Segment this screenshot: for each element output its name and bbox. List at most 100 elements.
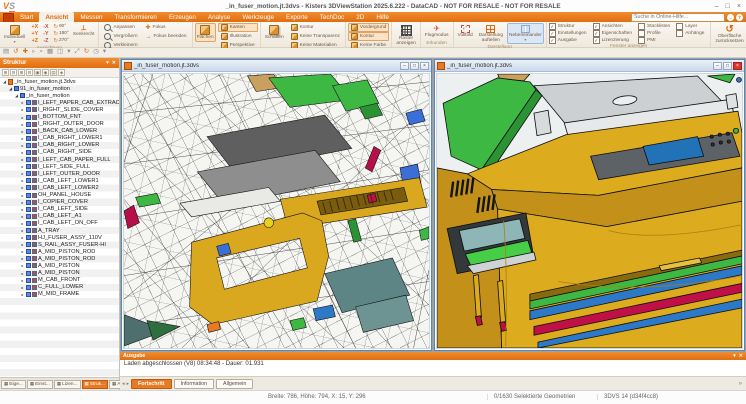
expander-icon[interactable]: ▸ [20,164,25,169]
tree-item[interactable]: ▸I_CAB_RIGHT_LOWER [0,142,119,149]
vordergrund-button[interactable]: Vordergrund [348,23,389,32]
expand-selected-icon[interactable]: ⊞ [18,69,25,76]
restore-icon[interactable]: □ [723,62,732,70]
visibility-checkbox[interactable] [26,136,31,141]
toggle-anhänge[interactable]: Anhänge [676,30,704,37]
viewport-right-titlebar[interactable]: _in_fuser_motion.jt.3dvs – □ × [435,60,744,72]
toggle-ansichten[interactable]: ✓Ansichten [593,23,632,30]
visibility-checkbox[interactable] [26,263,31,268]
rotate-icon[interactable]: ↻ [84,49,89,56]
layout-alt-icon[interactable]: ◫ [57,49,63,56]
visibility-checkbox[interactable] [26,122,31,127]
tree-item[interactable]: ▸HJ_FUSER_ASSY_110V [0,234,119,241]
close-icon[interactable]: × [737,3,741,10]
ribbon-tab-ansicht[interactable]: Ansicht [39,12,74,22]
kanten-button[interactable]: Kanten [218,23,258,32]
anpassen-button[interactable]: Anpassen [101,23,140,32]
nebeneinander-button[interactable]: Nebeneinander ▾ [507,23,544,44]
visibility-checkbox[interactable] [26,193,31,198]
help-forward-icon[interactable]: → [727,14,734,21]
visibility-checkbox[interactable] [26,178,31,183]
close-panel-icon[interactable]: ✕ [112,60,116,66]
visibility-checkbox[interactable] [26,271,31,276]
toggle-lizenzierung[interactable]: ✓Lizenzierung [593,37,632,44]
ribbon-tab-2d[interactable]: 2D [350,12,370,22]
tree-item[interactable]: ▸I_CAB_RIGHT_LOWER1 [0,135,119,142]
illustration-button[interactable]: Illustration [218,32,258,41]
restore-icon[interactable]: □ [410,62,419,70]
tree-item[interactable]: ▸I_RIGHT_SLIDE_COVER [0,106,119,113]
visibility-checkbox[interactable] [26,107,31,112]
toggle-pmi[interactable]: PMI [638,37,670,44]
toggle-stücklisten[interactable]: Stücklisten [638,23,670,30]
tree-item[interactable]: ▸I_CAB_LEFT_A1 [0,213,119,220]
expander-icon[interactable]: ▸ [20,143,25,148]
schatten-button[interactable]: Schatten [263,23,286,42]
individuell-button[interactable]: Individuell ▾ [2,23,27,46]
tree-item[interactable]: ▸A_MID_PISTON [0,270,119,277]
expander-icon[interactable]: ▸ [20,263,25,268]
visibility-checkbox[interactable] [26,115,31,120]
visibility-checkbox[interactable] [26,214,31,219]
darstellung-aufteilen-button[interactable]: Darstellung aufteilen [477,23,505,45]
scroll-right-icon[interactable]: ▸ [127,381,130,387]
collapse-selected-icon[interactable]: ⊟ [26,69,33,76]
rotate-button-270[interactable]: ↻270° [53,37,69,44]
visibility-checkbox[interactable] [26,164,31,169]
expander-icon[interactable]: ▸ [20,200,25,205]
tree-item[interactable]: ▸A_TRAY [0,227,119,234]
search-input[interactable] [631,13,725,22]
fokus-button[interactable]: ✚Fokus [142,23,189,32]
expander-icon[interactable]: ▸ [20,228,25,233]
oberflaeche-zuruecksetzen-button[interactable]: ↺ Oberfläche zurücksetzen [713,23,745,46]
minimize-icon[interactable]: – [715,3,719,10]
vergroessern-button[interactable]: Vergrößern [101,32,140,41]
minimize-icon[interactable]: – [400,62,409,70]
tree-item[interactable]: ▸I_LEFT_SIDE_FULL [0,163,119,170]
minimize-icon[interactable]: – [713,62,722,70]
output-tab-allgemein[interactable]: Allgemein [216,379,253,389]
fokus-beenden-button[interactable]: →Fokus beenden [142,32,189,41]
help-icon[interactable]: ? [736,14,743,21]
tree-item[interactable]: ▸C_FULL_LOWER [0,284,119,291]
filter-icon[interactable]: ▤ [50,69,57,76]
ribbon-tab-techdoc[interactable]: TechDoc [314,12,351,22]
expander-icon[interactable]: ▸ [20,115,25,120]
visibility-checkbox[interactable] [26,278,31,283]
fit-icon[interactable]: ⤢ [75,49,80,56]
toggle-ausgabe[interactable]: ✓Ausgabe [549,37,587,44]
panel-tab-lizen[interactable]: ▦Lizen... [54,380,81,389]
selektion-kontur-button[interactable]: Kontur [348,32,389,41]
tree-item[interactable]: ▸OH_PANEL_HOUSE [0,192,119,199]
expander-icon[interactable]: ▸ [20,278,25,283]
tree-item[interactable]: ▸A_MID_PISTON_ROD [0,248,119,255]
output-tab-information[interactable]: Information [174,379,215,389]
axis-button-plusz[interactable]: +Z [29,37,40,44]
tree-item[interactable]: ◢91_in_fuser_motion [0,85,119,92]
expander-icon[interactable]: ◢ [2,79,7,84]
tree-item[interactable]: ▸I_BACK_CAB_LOWER [0,128,119,135]
file-icon[interactable]: ▤ [3,49,9,56]
visibility-checkbox[interactable] [26,143,31,148]
expander-icon[interactable]: ▸ [20,271,25,276]
tree-item[interactable]: ▸M_CAB_FRONT [0,277,119,284]
undo-icon[interactable]: ↺ [13,49,18,56]
visibility-checkbox[interactable] [26,221,31,226]
isolate-icon[interactable]: ◉ [42,69,49,76]
visibility-checkbox[interactable] [26,150,31,155]
ribbon-tab-messen[interactable]: Messen [74,12,108,22]
caret-alt-icon[interactable]: ▾ [103,49,106,56]
visibility-checkbox[interactable] [26,171,31,176]
tree-item[interactable]: ▸A_MID_PISTON [0,262,119,269]
tree-item[interactable]: ▸I_LEFT_PAPER_CAB_EXTRACTOR [0,99,119,106]
expander-icon[interactable]: ▸ [20,221,25,226]
shaded-view[interactable] [437,74,742,348]
visibility-checkbox[interactable] [26,235,31,240]
axis-button-minusz[interactable]: -Z [40,37,51,44]
layout-icon[interactable]: ▦ [47,49,53,56]
tree-item[interactable]: ◢_in_fuser_motion.jt.3dvs [0,78,119,85]
axis-button-minusx[interactable]: -X [40,23,51,30]
expander-icon[interactable]: ▸ [20,107,25,112]
collapse-all-icon[interactable]: ⊟ [10,69,17,76]
show-all-icon[interactable]: ▣ [34,69,41,76]
